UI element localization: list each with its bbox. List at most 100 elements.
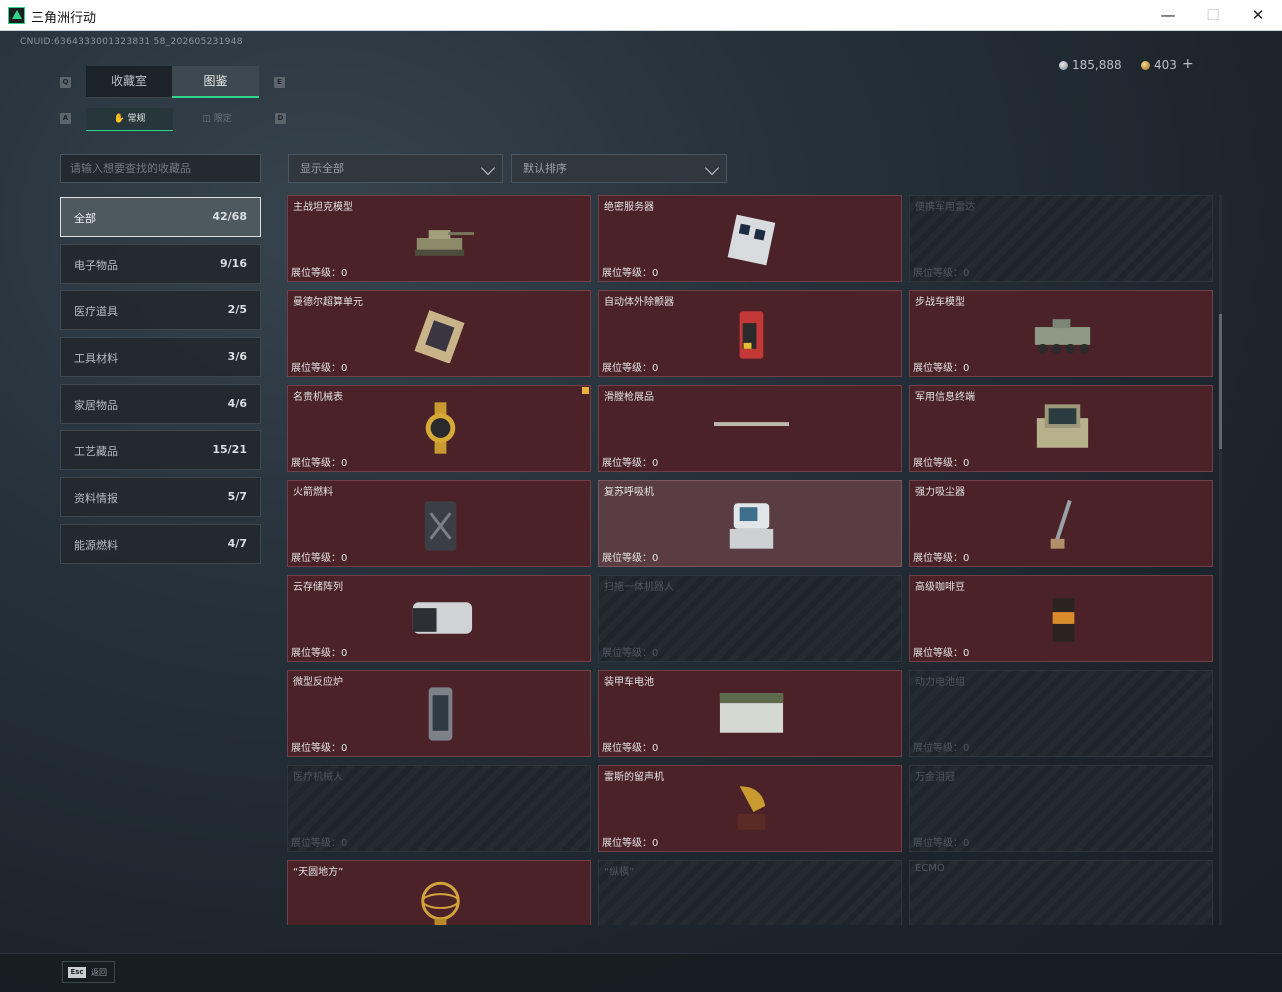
item-name: 万金泪冠	[915, 772, 955, 783]
collection-item-card[interactable]: 步战车模型展位等级：0	[909, 290, 1213, 377]
game-area: CNUID:6364333001323831 58_202605231948 1…	[0, 31, 1282, 992]
item-level-value: 0	[963, 648, 970, 659]
collection-item-card[interactable]: 强力吸尘器 展位等级：0	[909, 480, 1213, 567]
add-currency-button[interactable]: +	[1182, 56, 1194, 72]
category-household[interactable]: 家居物品 4/6	[60, 384, 261, 424]
chevron-down-icon	[704, 160, 720, 176]
item-level: 展位等级：0	[291, 549, 347, 564]
vacuum-icon	[1050, 499, 1072, 549]
collection-item-card[interactable]: 万金泪冠 展位等级：0	[909, 765, 1213, 852]
item-level: 展位等级：0	[913, 739, 969, 754]
item-level-prefix: 展位等级：	[291, 458, 341, 469]
category-count: 5/7	[227, 490, 247, 503]
window-titlebar: 三角洲行动 — ☐ ✕	[0, 0, 1282, 31]
collection-item-card[interactable]: 主战坦克模型 展位等级：0	[287, 195, 591, 282]
scrollbar-track[interactable]	[1219, 195, 1222, 925]
collection-item-card[interactable]: 自动体外除颤器 展位等级：0	[598, 290, 902, 377]
collection-item-card[interactable]: 医疗机械人 展位等级：0	[287, 765, 591, 852]
category-energy[interactable]: 能源燃料 4/7	[60, 524, 261, 564]
item-level-prefix: 展位等级：	[913, 363, 963, 374]
tab-collection[interactable]: 收藏室	[86, 66, 172, 98]
collection-item-card[interactable]: 曼德尔超算单元 展位等级：0	[287, 290, 591, 377]
category-count: 9/16	[220, 257, 247, 270]
key-hint-d: D	[275, 113, 286, 124]
category-intel[interactable]: 资料情报 5/7	[60, 477, 261, 517]
item-level-value: 0	[963, 268, 970, 279]
item-level: 展位等级：0	[602, 549, 658, 564]
item-level-value: 0	[963, 838, 970, 849]
item-level-prefix: 展位等级：	[602, 553, 652, 564]
collection-item-card[interactable]: 微型反应炉 展位等级：0	[287, 670, 591, 757]
window-title: 三角洲行动	[31, 11, 97, 26]
collection-item-card[interactable]: 火箭燃料展位等级：0	[287, 480, 591, 567]
category-label: 医疗道具	[74, 305, 118, 318]
collection-item-card[interactable]: 便携军用雷达 展位等级：0	[909, 195, 1213, 282]
close-button[interactable]: ✕	[1235, 0, 1281, 31]
filter-dropdown[interactable]: 显示全部	[288, 154, 503, 183]
item-name: 火箭燃料	[293, 487, 333, 498]
item-level-value: 0	[652, 648, 659, 659]
collection-item-card[interactable]: 扫拖一体机器人 展位等级：0	[598, 575, 902, 662]
category-medical[interactable]: 医疗道具 2/5	[60, 290, 261, 330]
item-name: 步战车模型	[915, 297, 965, 308]
collection-item-card[interactable]: 雷斯的留声机 展位等级：0	[598, 765, 902, 852]
item-level-value: 0	[963, 363, 970, 374]
subtab-limited[interactable]: ◫ 限定	[173, 108, 261, 131]
collection-item-card[interactable]: “天圆地方”	[287, 860, 591, 925]
collection-item-card[interactable]: 云存储阵列 展位等级：0	[287, 575, 591, 662]
reactor-icon	[428, 687, 453, 741]
collection-item-card[interactable]: 装甲车电池 展位等级：0	[598, 670, 902, 757]
item-level-prefix: 展位等级：	[602, 838, 652, 849]
collection-item-card[interactable]: 滑膛枪展品 展位等级：0	[598, 385, 902, 472]
subtab-normal[interactable]: ✋ 常规	[86, 108, 173, 131]
collection-item-card[interactable]: 复苏呼吸机 展位等级：0	[598, 480, 902, 567]
collection-item-card[interactable]: 军用信息终端 展位等级：0	[909, 385, 1213, 472]
category-count: 42/68	[212, 210, 247, 223]
item-level-prefix: 展位等级：	[913, 553, 963, 564]
item-level: 展位等级：0	[291, 359, 347, 374]
item-level-prefix: 展位等级：	[602, 458, 652, 469]
maximize-button[interactable]: ☐	[1190, 0, 1236, 31]
collection-item-card[interactable]: 动力电池组 展位等级：0	[909, 670, 1213, 757]
tab-catalog[interactable]: 图鉴	[172, 66, 259, 98]
silver-coin-icon	[1059, 61, 1068, 70]
item-level-prefix: 展位等级：	[291, 743, 341, 754]
item-level-value: 0	[341, 838, 348, 849]
collection-item-card[interactable]: “纵横”	[598, 860, 902, 925]
category-electronics[interactable]: 电子物品 9/16	[60, 244, 261, 284]
scrollbar-thumb[interactable]	[1219, 314, 1222, 449]
item-name: 云存储阵列	[293, 582, 343, 593]
sort-dropdown-value: 默认排序	[523, 162, 567, 175]
search-input[interactable]: 请输入想要查找的收藏品	[60, 154, 261, 183]
item-level-prefix: 展位等级：	[602, 743, 652, 754]
sort-dropdown[interactable]: 默认排序	[511, 154, 727, 183]
battery-icon	[719, 693, 784, 733]
minimize-button[interactable]: —	[1145, 0, 1191, 31]
collection-item-card[interactable]: 名贵机械表 展位等级：0	[287, 385, 591, 472]
collection-item-card[interactable]: 高级咖啡豆 展位等级：0	[909, 575, 1213, 662]
item-level-value: 0	[963, 458, 970, 469]
server-icon	[727, 214, 776, 266]
item-level: 展位等级：0	[291, 739, 347, 754]
item-level-value: 0	[652, 838, 659, 849]
category-all[interactable]: 全部 42/68	[60, 197, 261, 237]
ifv-model-icon	[1034, 319, 1091, 354]
collection-item-card[interactable]: ECMO	[909, 860, 1213, 925]
item-level-prefix: 展位等级：	[602, 268, 652, 279]
item-level-prefix: 展位等级：	[913, 268, 963, 279]
back-label: 返回	[91, 968, 107, 977]
item-name: 滑膛枪展品	[604, 392, 654, 403]
tank-model-icon	[414, 230, 475, 256]
category-label: 电子物品	[74, 259, 118, 272]
category-count: 3/6	[227, 350, 247, 363]
item-level-value: 0	[963, 553, 970, 564]
category-tools[interactable]: 工具材料 3/6	[60, 337, 261, 377]
item-level: 展位等级：0	[602, 834, 658, 849]
terminal-icon	[1036, 404, 1089, 448]
collection-item-card[interactable]: 绝密服务器 展位等级：0	[598, 195, 902, 282]
item-level: 展位等级：0	[913, 264, 969, 279]
category-crafts[interactable]: 工艺藏品 15/21	[60, 430, 261, 470]
chevron-down-icon	[480, 160, 496, 176]
subtab-limited-label: 限定	[213, 114, 232, 124]
category-count: 2/5	[227, 303, 247, 316]
